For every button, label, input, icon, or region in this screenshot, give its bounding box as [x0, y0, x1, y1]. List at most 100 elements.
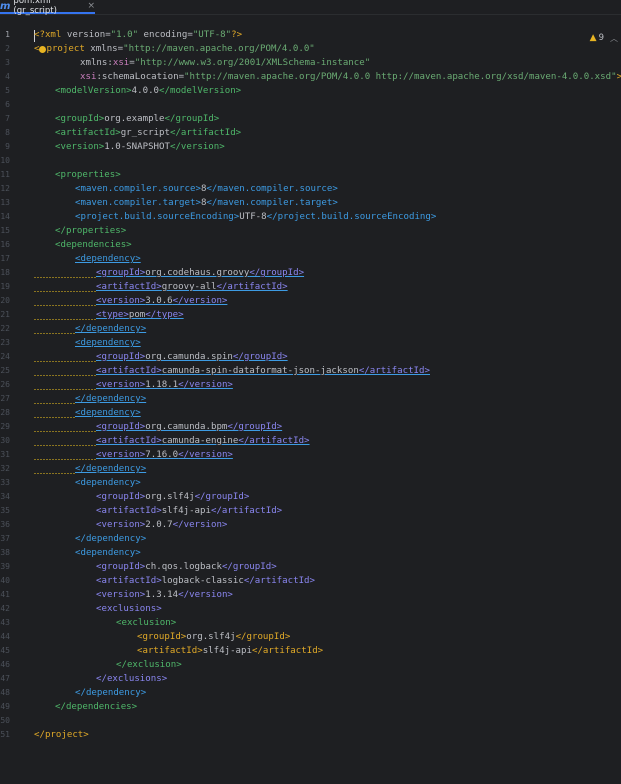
- close-tag: </exclusion>: [116, 660, 182, 670]
- tag-text: slf4j-api: [161, 506, 211, 516]
- line-number: 10: [0, 156, 10, 165]
- code-line[interactable]: 51 </project>: [0, 728, 621, 742]
- code-line[interactable]: 40 <artifactId>logback-classic</artifact…: [0, 574, 621, 588]
- code-line[interactable]: 46 </exclusion>: [0, 658, 621, 672]
- code-line[interactable]: 16 <dependencies>: [0, 238, 621, 252]
- close-tag: </groupId>: [232, 352, 288, 362]
- open-tag: <artifactId>: [96, 436, 162, 446]
- close-tag: </artifactId>: [358, 366, 430, 376]
- code-line[interactable]: 4 xsi:schemaLocation="http://maven.apach…: [0, 70, 621, 84]
- open-tag: <project.build.sourceEncoding>: [75, 212, 240, 222]
- open-tag: <exclusion>: [116, 618, 177, 628]
- line-number: 35: [0, 506, 10, 515]
- open-tag: <artifactId>: [96, 576, 162, 586]
- line-number: 32: [0, 464, 10, 473]
- line-number: 33: [0, 478, 10, 487]
- open-tag: <properties>: [55, 170, 121, 180]
- line-number: 12: [0, 184, 10, 193]
- attr-namespace: xsi: [112, 58, 130, 68]
- close-tag: </type>: [145, 310, 184, 320]
- line-number: 42: [0, 604, 10, 613]
- code-line[interactable]: 5 <modelVersion>4.0.0</modelVersion>: [0, 84, 621, 98]
- line-number: 46: [0, 660, 10, 669]
- code-editor[interactable]: 1 <?xml version="1.0" encoding="UTF-8"?>…: [0, 28, 621, 754]
- code-line[interactable]: 1 <?xml version="1.0" encoding="UTF-8"?>: [0, 28, 621, 42]
- tag-text: camunda-engine: [161, 436, 239, 446]
- code-line[interactable]: 3 xmlns:xsi="http://www.w3.org/2001/XMLS…: [0, 56, 621, 70]
- code-line[interactable]: 48 </dependency>: [0, 686, 621, 700]
- line-number: 3: [5, 58, 10, 67]
- tag-text: camunda-spin-dataformat-json-jackson: [161, 366, 359, 376]
- open-tag: <maven.compiler.source>: [75, 184, 201, 194]
- line-number: 41: [0, 590, 10, 599]
- code-line[interactable]: 45 <artifactId>slf4j-api</artifactId>: [0, 644, 621, 658]
- line-number: 31: [0, 450, 10, 459]
- line-number: 26: [0, 380, 10, 389]
- code-line[interactable]: 32 </dependency>: [0, 462, 621, 476]
- close-tag: </version>: [178, 380, 233, 390]
- code-line[interactable]: 15 </properties>: [0, 224, 621, 238]
- code-line[interactable]: 50: [0, 714, 621, 728]
- tag-text: 2.0.7: [145, 520, 173, 530]
- open-tag: <groupId>: [55, 114, 105, 124]
- close-icon[interactable]: ×: [87, 1, 95, 11]
- code-line[interactable]: 7 <groupId>org.example</groupId>: [0, 112, 621, 126]
- warning-underline: [34, 319, 96, 320]
- code-line[interactable]: 38 <dependency>: [0, 546, 621, 560]
- line-number: 24: [0, 352, 10, 361]
- code-line[interactable]: 10: [0, 154, 621, 168]
- code-line[interactable]: 8 <artifactId>gr_script</artifactId>: [0, 126, 621, 140]
- code-line[interactable]: 11 <properties>: [0, 168, 621, 182]
- code-line[interactable]: 2 < project xmlns="http://maven.apache.or…: [0, 42, 621, 56]
- open-tag: <version>: [96, 590, 146, 600]
- warning-underline: [34, 305, 96, 306]
- open-tag: <maven.compiler.target>: [75, 198, 201, 208]
- tag-text: gr_script: [120, 128, 170, 138]
- tag-text: org.example: [104, 114, 165, 124]
- code-line[interactable]: 28 <dependency>: [0, 406, 621, 420]
- code-line[interactable]: 49 </dependencies>: [0, 700, 621, 714]
- code-line[interactable]: 47 </exclusions>: [0, 672, 621, 686]
- code-line[interactable]: 6: [0, 98, 621, 112]
- xml-declaration-open: <?xml: [34, 30, 67, 40]
- warning-underline: [34, 333, 75, 334]
- line-number: 40: [0, 576, 10, 585]
- line-number: 23: [0, 338, 10, 347]
- line-number: 20: [0, 296, 10, 305]
- warning-underline: [34, 361, 96, 362]
- code-line[interactable]: 27 </dependency>: [0, 392, 621, 406]
- warning-underline: [34, 277, 96, 278]
- open-tag: <version>: [96, 450, 146, 460]
- tag-text: ch.qos.logback: [145, 562, 222, 572]
- code-line[interactable]: 22 </dependency>: [0, 322, 621, 336]
- code-line[interactable]: 14 <project.build.sourceEncoding>UTF-8</…: [0, 210, 621, 224]
- code-line[interactable]: 35 <artifactId>slf4j-api</artifactId>: [0, 504, 621, 518]
- open-tag: <dependency>: [75, 478, 141, 488]
- code-line[interactable]: 44 <groupId>org.slf4j</groupId>: [0, 630, 621, 644]
- code-line[interactable]: 33 <dependency>: [0, 476, 621, 490]
- code-line[interactable]: 34 <groupId>org.slf4j</groupId>: [0, 490, 621, 504]
- open-tag: <artifactId>: [55, 128, 121, 138]
- tag-text: org.slf4j: [186, 632, 236, 642]
- code-line[interactable]: 37 </dependency>: [0, 532, 621, 546]
- code-line[interactable]: 13 <maven.compiler.target>8</maven.compi…: [0, 196, 621, 210]
- tab-pom-xml[interactable]: m pom.xml (gr_script) ×: [0, 0, 95, 16]
- warning-underline: [34, 459, 96, 460]
- code-line[interactable]: 12 <maven.compiler.source>8</maven.compi…: [0, 182, 621, 196]
- code-line[interactable]: 43 <exclusion>: [0, 616, 621, 630]
- close-tag: </version>: [172, 296, 228, 306]
- code-line[interactable]: 42 <exclusions>: [0, 602, 621, 616]
- attr-name: xmlns:: [80, 58, 113, 68]
- open-tag: <dependencies>: [55, 240, 132, 250]
- code-line[interactable]: 41 <version>1.3.14</version>: [0, 588, 621, 602]
- code-line[interactable]: 9 <version>1.0-SNAPSHOT</version>: [0, 140, 621, 154]
- open-tag: <dependency>: [75, 254, 141, 264]
- code-line[interactable]: 17 <dependency>: [0, 252, 621, 266]
- open-tag: <type>: [96, 310, 129, 320]
- close-tag: </version>: [172, 520, 228, 530]
- code-line[interactable]: 36 <version>2.0.7</version>: [0, 518, 621, 532]
- line-number: 39: [0, 562, 10, 571]
- code-line[interactable]: 39 <groupId>ch.qos.logback</groupId>: [0, 560, 621, 574]
- close-tag: </groupId>: [249, 268, 305, 278]
- code-line[interactable]: 23 <dependency>: [0, 336, 621, 350]
